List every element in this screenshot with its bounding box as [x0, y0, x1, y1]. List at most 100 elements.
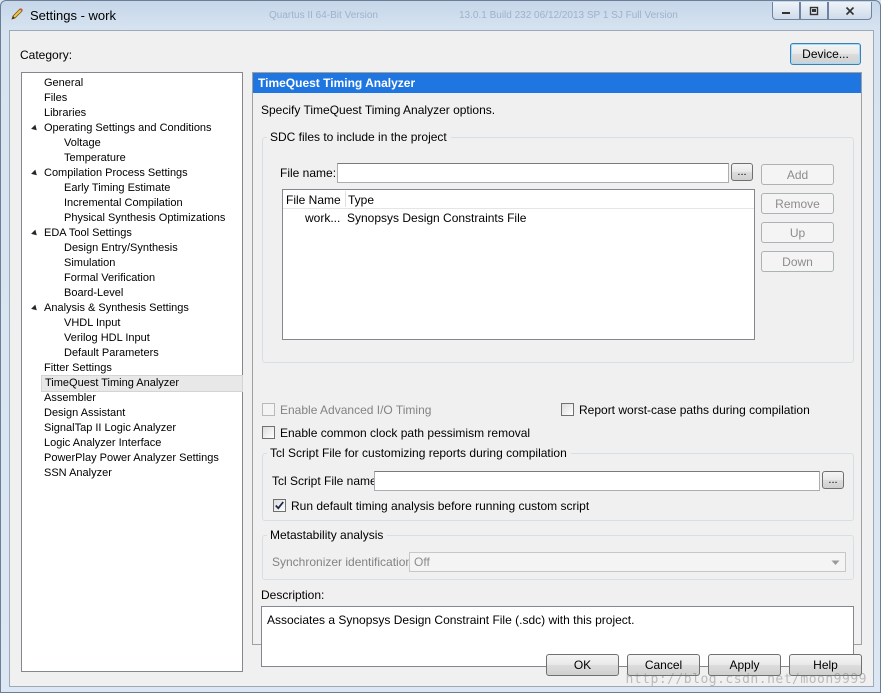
tree-item-label: Formal Verification [64, 272, 156, 284]
metastability-group: Metastability analysis Synchronizer iden… [262, 528, 854, 580]
expand-toggle-icon[interactable] [31, 229, 39, 238]
tree-item-label: Board-Level [64, 287, 124, 299]
category-tree[interactable]: General Files Libraries Operating Settings … [21, 72, 243, 672]
tcl-file-name-label: Tcl Script File name: [272, 474, 381, 488]
synchronizer-select[interactable]: Off [409, 552, 846, 572]
tree-item[interactable]: TimeQuest Timing Analyzer [41, 375, 243, 392]
tree-item[interactable]: Analysis & Synthesis Settings [44, 301, 189, 316]
tree-item[interactable]: Fitter Settings [44, 361, 112, 376]
tree-item[interactable]: Physical Synthesis Optimizations [64, 211, 225, 226]
sdc-file-list[interactable]: File Name Type work... Synopsys Design C… [282, 189, 755, 340]
row-file-type: Synopsys Design Constraints File [347, 211, 527, 225]
tree-item[interactable]: Default Parameters [64, 346, 159, 361]
tree-item-label: PowerPlay Power Analyzer Settings [44, 452, 219, 464]
ok-button[interactable]: OK [546, 654, 619, 676]
column-divider[interactable] [345, 191, 346, 207]
tree-item[interactable]: Design Entry/Synthesis [64, 241, 178, 256]
checkmark-icon [275, 501, 284, 510]
settings-panel: TimeQuest Timing Analyzer Specify TimeQu… [252, 72, 862, 667]
metastability-group-title: Metastability analysis [267, 528, 388, 542]
description-label: Description: [261, 588, 325, 602]
tree-item[interactable]: Operating Settings and Conditions [44, 121, 212, 136]
column-header-file-name[interactable]: File Name [286, 193, 341, 207]
tree-item-label: EDA Tool Settings [44, 227, 132, 239]
tree-item-label: Libraries [44, 107, 87, 119]
tree-item[interactable]: Files [44, 91, 67, 106]
tree-item[interactable]: VHDL Input [64, 316, 120, 331]
panel-header: TimeQuest Timing Analyzer [253, 73, 861, 93]
settings-window: Settings - work Quartus II 64-Bit Versio… [0, 0, 881, 693]
title-bar[interactable]: Settings - work Quartus II 64-Bit Versio… [1, 1, 880, 29]
table-row[interactable]: work... Synopsys Design Constraints File [283, 209, 754, 226]
column-header-type[interactable]: Type [348, 193, 374, 207]
panel-intro-text: Specify TimeQuest Timing Analyzer option… [261, 103, 496, 117]
synchronizer-label: Synchronizer identification: [272, 555, 416, 569]
tree-item-label: Operating Settings and Conditions [44, 122, 212, 134]
minimize-button[interactable] [772, 2, 800, 20]
background-version-ghost: 13.0.1 Build 232 06/12/2013 SP 1 SJ Full… [459, 10, 678, 21]
tree-item-label: Design Entry/Synthesis [64, 242, 178, 254]
down-button[interactable]: Down [761, 251, 834, 272]
report-worst-case-checkbox[interactable] [561, 403, 574, 416]
tree-item-label: Assembler [44, 392, 96, 404]
expand-toggle-icon[interactable] [31, 124, 39, 133]
expand-toggle-icon[interactable] [31, 169, 39, 178]
tcl-file-name-input[interactable] [374, 471, 820, 491]
enable-ccpp-label: Enable common clock path pessimism remov… [280, 426, 531, 440]
tree-item[interactable]: Simulation [64, 256, 115, 271]
tree-item[interactable]: Board-Level [64, 286, 123, 301]
tree-item[interactable]: Libraries [44, 106, 86, 121]
add-button[interactable]: Add [761, 164, 834, 185]
tree-item-label: Physical Synthesis Optimizations [64, 212, 226, 224]
tree-item[interactable]: SSN Analyzer [44, 466, 112, 481]
tree-item-label: TimeQuest Timing Analyzer [45, 377, 180, 389]
watermark: http://blog.csdn.net/moon9999 [625, 672, 867, 687]
file-name-input[interactable] [337, 163, 729, 183]
tree-item-label: Analysis & Synthesis Settings [44, 302, 189, 314]
tree-item[interactable]: Early Timing Estimate [64, 181, 170, 196]
tree-item[interactable]: SignalTap II Logic Analyzer [44, 421, 176, 436]
file-browse-button[interactable]: ... [731, 163, 753, 181]
category-label: Category: [20, 48, 73, 62]
remove-button[interactable]: Remove [761, 193, 834, 214]
maximize-button[interactable] [800, 2, 828, 20]
tree-item[interactable]: EDA Tool Settings [44, 226, 132, 241]
device-button[interactable]: Device... [790, 43, 861, 65]
tree-item[interactable]: Logic Analyzer Interface [44, 436, 161, 451]
window-controls [772, 2, 872, 20]
close-icon [845, 6, 855, 15]
row-file-name: work... [305, 211, 341, 225]
tcl-browse-button[interactable]: ... [822, 471, 844, 489]
tree-item[interactable]: PowerPlay Power Analyzer Settings [44, 451, 219, 466]
tree-item[interactable]: General [44, 76, 83, 91]
tree-item-label: SSN Analyzer [44, 467, 112, 479]
up-button[interactable]: Up [761, 222, 834, 243]
enable-ccpp-checkbox[interactable] [262, 426, 275, 439]
tree-item-label: Early Timing Estimate [64, 182, 171, 194]
close-button[interactable] [828, 2, 872, 20]
expand-toggle-icon[interactable] [31, 304, 39, 313]
maximize-icon [809, 6, 819, 15]
run-default-timing-checkbox[interactable] [273, 499, 286, 512]
tree-item-label: Files [44, 92, 68, 104]
enable-advanced-io-checkbox[interactable] [262, 403, 275, 416]
tree-item[interactable]: Design Assistant [44, 406, 125, 421]
sdc-files-group: SDC files to include in the project File… [262, 130, 854, 363]
file-name-label: File name: [280, 166, 337, 180]
synchronizer-selected-value: Off [414, 555, 430, 569]
list-header: File Name Type [283, 190, 754, 209]
tree-item[interactable]: Temperature [64, 151, 126, 166]
tree-item-label: Design Assistant [44, 407, 126, 419]
tree-item-label: VHDL Input [64, 317, 121, 329]
tree-item[interactable]: Compilation Process Settings [44, 166, 188, 181]
tree-item-label: General [44, 77, 84, 89]
tree-item[interactable]: Incremental Compilation [64, 196, 183, 211]
background-title-ghost: Quartus II 64-Bit Version [269, 10, 378, 21]
tree-item[interactable]: Assembler [44, 391, 96, 406]
description-text: Associates a Synopsys Design Constraint … [267, 613, 635, 627]
tree-item[interactable]: Formal Verification [64, 271, 155, 286]
tree-item[interactable]: Voltage [64, 136, 101, 151]
tree-item[interactable]: Verilog HDL Input [64, 331, 150, 346]
tree-item-label: Fitter Settings [44, 362, 112, 374]
tree-item-label: Logic Analyzer Interface [44, 437, 162, 449]
